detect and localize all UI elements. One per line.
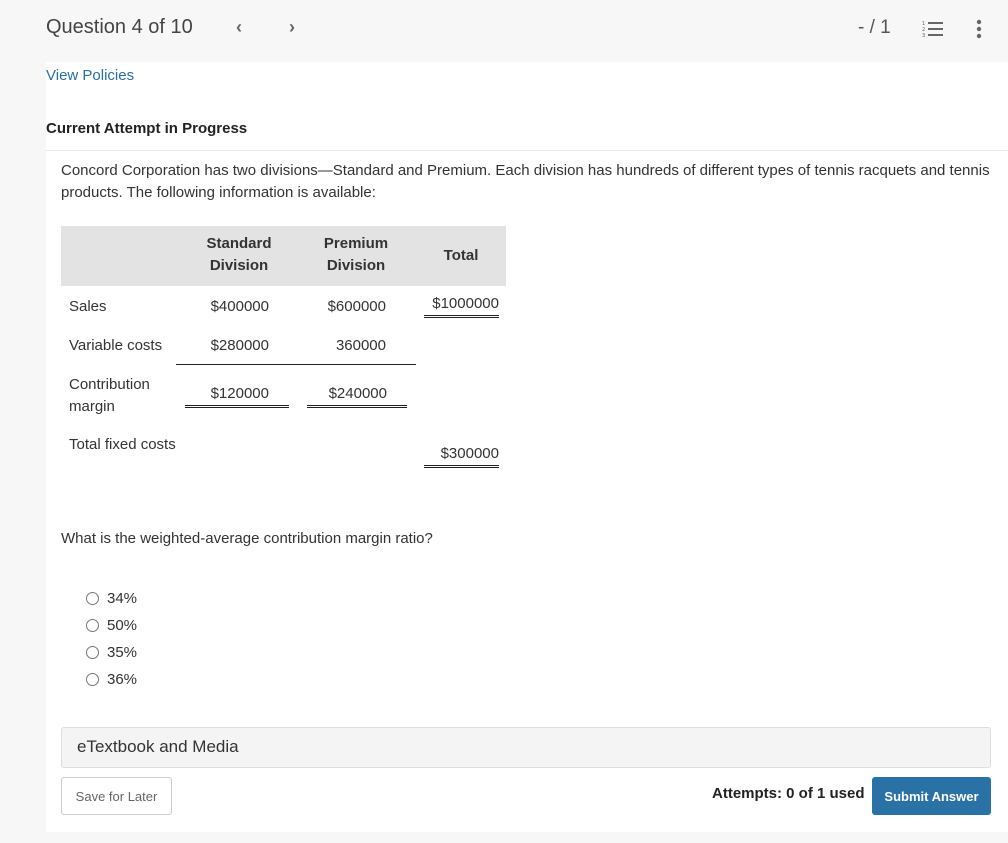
answer-options: 34% 50% 35% 36% (86, 585, 137, 693)
row-label-sales: Sales (69, 298, 107, 315)
attempt-status-heading: Current Attempt in Progress (46, 120, 248, 137)
radio-button[interactable] (86, 673, 99, 686)
more-vertical-icon[interactable] (975, 19, 983, 41)
svg-text:3: 3 (922, 33, 925, 38)
etextbook-media-panel[interactable]: eTextbook and Media (61, 727, 991, 768)
chevron-right-icon[interactable]: › (289, 17, 295, 38)
score-display: - / 1 (858, 17, 891, 38)
radio-button[interactable] (86, 646, 99, 659)
question-intro: Concord Corporation has two divisions—St… (61, 162, 990, 201)
variable-costs-premium: 360000 (335, 337, 386, 354)
subtotal-rule (176, 364, 416, 365)
view-policies-link[interactable]: View Policies (46, 67, 134, 84)
header-premium-division: Premium Division (323, 235, 389, 274)
numbered-list-icon[interactable]: 1 2 3 (922, 20, 944, 38)
answer-option[interactable]: 36% (86, 666, 137, 693)
option-label: 36% (107, 671, 138, 688)
sales-standard: $400000 (210, 298, 269, 315)
option-label: 50% (107, 617, 138, 634)
contribution-margin-premium: $240000 (307, 383, 407, 408)
submit-answer-button[interactable]: Submit Answer (872, 777, 991, 815)
divider (46, 150, 1008, 151)
question-header: Question 4 of 10 ‹ › - / 1 1 2 3 (0, 0, 1008, 62)
financial-table: Standard Division Premium Division Total… (61, 226, 506, 468)
header-total: Total (443, 247, 479, 264)
option-label: 35% (107, 644, 138, 661)
variable-costs-standard: $280000 (210, 337, 269, 354)
chevron-left-icon[interactable]: ‹ (236, 17, 242, 38)
answer-option[interactable]: 35% (86, 639, 137, 666)
sales-total: $1000000 (424, 293, 499, 318)
total-fixed-costs-total: $300000 (424, 443, 499, 468)
question-content: View Policies Current Attempt in Progres… (46, 62, 1008, 832)
radio-button[interactable] (86, 592, 99, 605)
contribution-margin-standard: $120000 (185, 383, 289, 408)
header-standard-division: Standard Division (206, 235, 272, 274)
sales-premium: $600000 (327, 298, 386, 315)
save-for-later-button[interactable]: Save for Later (61, 777, 172, 815)
answer-option[interactable]: 50% (86, 612, 137, 639)
option-label: 34% (107, 590, 138, 607)
question-prompt: What is the weighted-average contributio… (61, 530, 433, 547)
radio-button[interactable] (86, 619, 99, 632)
row-label-contribution-margin: Contribution margin (69, 376, 150, 415)
row-label-variable-costs: Variable costs (69, 337, 163, 354)
question-counter: Question 4 of 10 (46, 16, 193, 38)
row-label-total-fixed-costs: Total fixed costs (69, 436, 176, 453)
table-header: Standard Division Premium Division Total (61, 226, 506, 286)
answer-option[interactable]: 34% (86, 585, 137, 612)
etextbook-label: eTextbook and Media (77, 737, 239, 756)
attempts-counter: Attempts: 0 of 1 used (712, 785, 865, 802)
